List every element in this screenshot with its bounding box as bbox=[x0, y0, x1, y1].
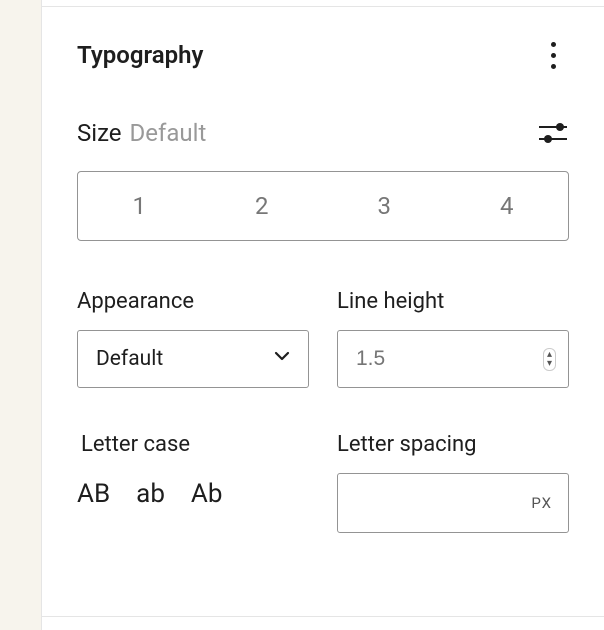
line-height-input[interactable] bbox=[356, 347, 550, 371]
typography-options-button[interactable] bbox=[537, 39, 569, 71]
letter-case-lower[interactable]: ab bbox=[136, 479, 165, 509]
chevron-down-icon bbox=[272, 346, 292, 372]
typography-panel: Typography Size Default bbox=[42, 0, 604, 630]
divider-top bbox=[42, 0, 604, 7]
letter-spacing-label: Letter spacing bbox=[337, 432, 569, 457]
size-label-group: Size Default bbox=[77, 119, 206, 147]
size-preset-group: 1 2 3 4 bbox=[77, 171, 569, 241]
size-preset-2[interactable]: 2 bbox=[201, 172, 324, 240]
letter-case-label: Letter case bbox=[77, 432, 309, 457]
letter-case-group: AB ab Ab bbox=[77, 473, 309, 509]
letter-spacing-input[interactable] bbox=[356, 491, 550, 515]
size-current-value: Default bbox=[130, 119, 207, 147]
line-height-field[interactable]: ▴ ▾ bbox=[337, 330, 569, 388]
letter-case-capitalize[interactable]: Ab bbox=[191, 479, 223, 509]
stepper-icon[interactable]: ▴ ▾ bbox=[543, 348, 556, 371]
letter-case-upper[interactable]: AB bbox=[77, 479, 110, 509]
size-custom-toggle[interactable] bbox=[537, 117, 569, 149]
stepper-down[interactable]: ▾ bbox=[547, 360, 552, 368]
appearance-select[interactable]: Default bbox=[77, 330, 309, 388]
appearance-label: Appearance bbox=[77, 289, 309, 314]
letter-spacing-field[interactable]: PX bbox=[337, 473, 569, 533]
section-title: Typography bbox=[77, 41, 203, 69]
ellipsis-vertical-icon bbox=[551, 42, 556, 69]
size-preset-3[interactable]: 3 bbox=[323, 172, 446, 240]
left-gutter bbox=[0, 0, 42, 630]
size-label: Size bbox=[77, 119, 122, 147]
line-height-label: Line height bbox=[337, 289, 569, 314]
size-preset-4[interactable]: 4 bbox=[446, 172, 569, 240]
sliders-icon bbox=[539, 122, 567, 144]
divider-bottom bbox=[42, 616, 604, 630]
appearance-value: Default bbox=[96, 347, 163, 371]
letter-spacing-unit[interactable]: PX bbox=[531, 494, 552, 512]
size-preset-1[interactable]: 1 bbox=[78, 172, 201, 240]
